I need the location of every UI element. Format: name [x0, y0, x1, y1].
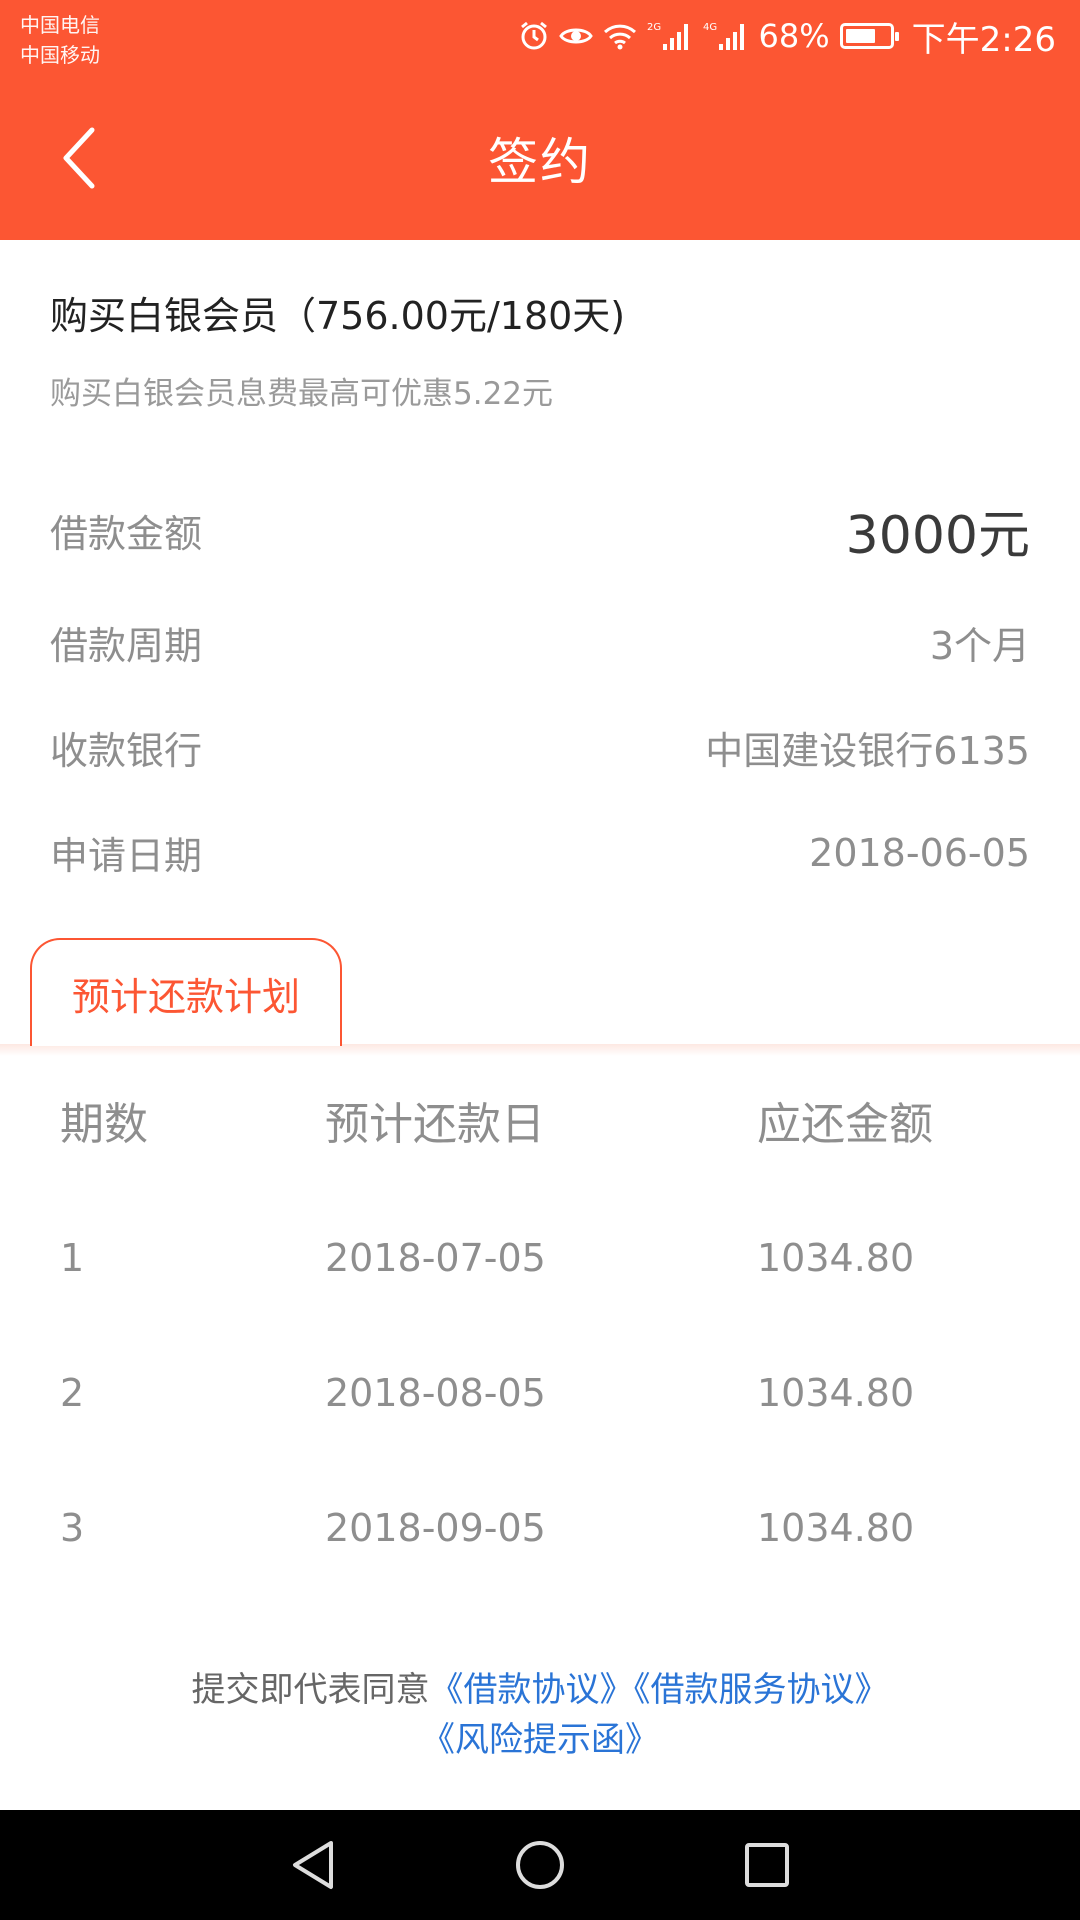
network-2g-label: 2G [647, 22, 661, 33]
status-time: 下午2:26 [911, 19, 1056, 60]
wifi-icon [603, 22, 637, 50]
receiving-bank-row: 收款银行 中国建设银行6135 [50, 695, 1030, 800]
cell-period: 1 [60, 1235, 85, 1280]
membership-offer[interactable]: 购买白银会员（756.00元/180天) 购买白银会员息费最高可优惠5.22元 [50, 285, 1030, 413]
network-4g-label: 4G [703, 22, 717, 33]
membership-title: 购买白银会员（756.00元/180天) [50, 294, 626, 338]
loan-info: 借款金额 3000元 借款周期 3个月 收款银行 中国建设银行6135 申请日期… [50, 470, 1030, 905]
page-title: 签约 [488, 133, 592, 191]
loan-period-label: 借款周期 [50, 624, 203, 668]
cell-amount: 1034.80 [757, 1235, 915, 1280]
loan-amount-row: 借款金额 3000元 [50, 470, 1030, 590]
app-header: 中国电信 中国移动 2G 4G 68% 下午2:26 签约 [0, 0, 1080, 240]
signal-4g-icon: 4G [703, 20, 749, 52]
back-triangle-icon [293, 1841, 334, 1889]
cell-date: 2018-07-05 [325, 1235, 546, 1280]
recents-square-icon [744, 1843, 789, 1887]
table-row: 3 2018-09-05 1034.80 [60, 1460, 1040, 1595]
cell-amount: 1034.80 [757, 1370, 915, 1415]
carrier-2: 中国移动 [20, 43, 100, 67]
nav-recents-button[interactable] [727, 1825, 807, 1905]
eye-comfort-icon [558, 23, 593, 49]
carrier-1: 中国电信 [20, 13, 100, 37]
cell-period: 2 [60, 1370, 85, 1415]
loan-amount-value: 3000元 [845, 505, 1030, 566]
risk-notice-link[interactable]: 《风险提示函》 [421, 1720, 659, 1760]
cell-amount: 1034.80 [757, 1505, 915, 1550]
column-header-date: 预计还款日 [325, 1099, 545, 1150]
agreement-prefix: 提交即代表同意 [191, 1670, 430, 1710]
repayment-table: 期数 预计还款日 应还金额 1 2018-07-05 1034.80 2 201… [60, 1080, 1040, 1595]
membership-subtitle: 购买白银会员息费最高可优惠5.22元 [50, 376, 554, 412]
table-header: 期数 预计还款日 应还金额 [60, 1080, 1040, 1160]
table-row: 2 2018-08-05 1034.80 [60, 1325, 1040, 1460]
loan-agreement-link[interactable]: 《借款协议》 [430, 1670, 634, 1710]
agreement-notice: 提交即代表同意《借款协议》《借款服务协议》 《风险提示函》 [0, 1665, 1080, 1765]
battery-percent: 68% [758, 17, 830, 55]
apply-date-label: 申请日期 [50, 834, 203, 878]
nav-back-button[interactable] [273, 1825, 353, 1905]
alarm-icon [519, 21, 549, 51]
loan-period-value: 3个月 [929, 624, 1030, 668]
cell-period: 3 [60, 1505, 85, 1550]
apply-date-value: 2018-06-05 [809, 830, 1030, 875]
loan-amount-label: 借款金额 [50, 511, 203, 556]
cell-date: 2018-08-05 [325, 1370, 546, 1415]
column-header-period: 期数 [60, 1099, 148, 1150]
receiving-bank-label: 收款银行 [50, 729, 203, 773]
receiving-bank-value: 中国建设银行6135 [705, 729, 1030, 773]
loan-period-row: 借款周期 3个月 [50, 590, 1030, 695]
battery-icon [839, 23, 899, 49]
carrier-info: 中国电信 中国移动 [20, 10, 100, 70]
table-row: 1 2018-07-05 1034.80 [60, 1190, 1040, 1325]
nav-home-button[interactable] [500, 1825, 580, 1905]
cell-date: 2018-09-05 [325, 1505, 546, 1550]
tab-repayment-plan[interactable]: 预计还款计划 [30, 938, 342, 1046]
signal-2g-icon: 2G [647, 20, 693, 52]
loan-service-agreement-link[interactable]: 《借款服务协议》 [634, 1670, 889, 1710]
battery-fill [845, 29, 876, 43]
column-header-amount: 应还金额 [757, 1099, 933, 1150]
apply-date-row: 申请日期 2018-06-05 [50, 800, 1030, 905]
system-nav-bar [0, 1810, 1080, 1920]
home-circle-icon [515, 1841, 564, 1889]
status-icons: 2G 4G 68% 下午2:26 [519, 12, 1056, 60]
